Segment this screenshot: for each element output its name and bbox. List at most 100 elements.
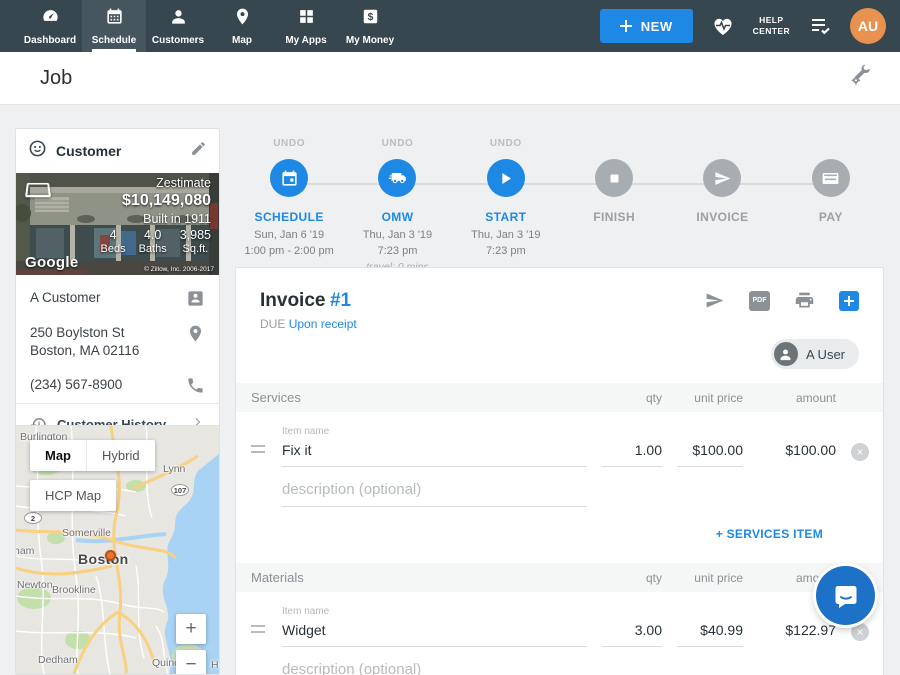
map-label-dedham: Dedham — [38, 654, 78, 666]
step-time: 7:23 pm — [363, 244, 432, 260]
timeline-step-finish: FINISH — [560, 138, 668, 275]
contact-card-icon[interactable] — [186, 289, 205, 308]
user-avatar[interactable]: AU — [850, 8, 886, 44]
truck-icon — [388, 169, 407, 188]
apps-grid-icon — [297, 7, 316, 31]
service-qty-input[interactable] — [602, 442, 662, 467]
print-icon[interactable] — [794, 290, 815, 311]
assigned-user-name: A User — [806, 347, 845, 362]
material-amount: $122.97 — [758, 622, 836, 647]
nav-tab-schedule[interactable]: Schedule — [82, 0, 146, 52]
service-item-name-input[interactable] — [282, 442, 587, 467]
material-item-row: Item name $122.97 × — [236, 592, 883, 647]
services-section-header: Services qty unit price amount — [236, 383, 883, 412]
page-header: Job — [0, 52, 900, 105]
home-stats: 4 Beds 4.0 Baths 3,985 Sq.ft. — [101, 228, 212, 255]
step-label: INVOICE — [696, 210, 748, 224]
nav-tab-label: Customers — [152, 35, 204, 46]
step-detail: Sun, Jan 6 '19 1:00 pm - 2:00 pm — [245, 228, 334, 260]
credit-card-icon — [821, 169, 840, 188]
timeline-step-pay: PAY — [777, 138, 885, 275]
finish-step-button[interactable] — [595, 159, 633, 197]
omw-step-button[interactable] — [378, 159, 416, 197]
stat-value: 4.0 — [139, 228, 167, 242]
step-time: 1:00 pm - 2:00 pm — [245, 244, 334, 260]
help-line2: CENTER — [753, 26, 790, 37]
nav-tab-my-money[interactable]: $ My Money — [338, 0, 402, 52]
map-type-map-button[interactable]: Map — [30, 440, 86, 471]
map-zoom-out-button[interactable]: − — [176, 650, 206, 675]
route-107-shield: 107 — [171, 484, 189, 496]
help-line1: HELP — [753, 15, 790, 26]
drag-handle-icon[interactable] — [251, 625, 265, 633]
send-invoice-icon[interactable] — [704, 290, 725, 311]
checklist-icon[interactable] — [808, 14, 832, 38]
nav-tab-map[interactable]: Map — [210, 0, 274, 52]
customer-card: Customer — [15, 128, 220, 446]
nav-tab-customers[interactable]: Customers — [146, 0, 210, 52]
add-invoice-button[interactable] — [839, 291, 859, 311]
invoice-due-row: DUE Upon receipt — [260, 317, 357, 331]
map-widget[interactable]: Burlington Lynn 107 2 93 Somerville ham … — [15, 425, 220, 675]
hcp-map-control: HCP Map — [30, 480, 116, 511]
map-zoom-in-button[interactable]: + — [176, 614, 206, 644]
zestimate-block: Zestimate $10,149,080 Built in 1911 4 Be… — [101, 176, 212, 255]
chat-launcher-button[interactable] — [816, 566, 875, 625]
service-item-row: Item name $100.00 × — [236, 412, 883, 467]
plus-icon — [620, 20, 632, 32]
invoice-number[interactable]: #1 — [330, 290, 351, 311]
pay-step-button[interactable] — [812, 159, 850, 197]
customer-card-header: Customer — [16, 129, 219, 173]
job-settings-icon[interactable] — [849, 64, 872, 92]
due-label: DUE — [260, 317, 285, 331]
timeline-step-schedule: UNDO SCHEDULE Sun, Jan 6 '19 1:00 pm - 2… — [235, 138, 343, 275]
undo-start-button[interactable]: UNDO — [490, 138, 522, 151]
pdf-icon[interactable]: PDF — [749, 291, 770, 311]
service-description-input[interactable] — [282, 481, 587, 507]
material-item-name-input[interactable] — [282, 622, 587, 647]
step-label: START — [485, 210, 526, 224]
service-unit-price-input[interactable] — [677, 442, 743, 467]
new-button-label: NEW — [641, 19, 673, 34]
item-name-label: Item name — [282, 426, 587, 437]
built-year: Built in 1911 — [101, 212, 212, 226]
zillow-copyright: © Zillow, Inc. 2006-2017 — [144, 266, 214, 273]
new-button[interactable]: NEW — [600, 9, 693, 43]
customer-info: A Customer 250 Boylston St Boston, MA 02… — [16, 275, 219, 445]
materials-section-header: Materials qty unit price amount — [236, 563, 883, 592]
schedule-step-button[interactable] — [270, 159, 308, 197]
customer-name: A Customer — [30, 289, 101, 307]
start-step-button[interactable] — [487, 159, 525, 197]
step-label: OMW — [382, 210, 414, 224]
location-pin-icon[interactable] — [186, 324, 205, 343]
assigned-user-chip[interactable]: A User — [771, 339, 859, 369]
streetview-photo[interactable]: Zestimate $10,149,080 Built in 1911 4 Be… — [16, 173, 219, 275]
material-unit-price-input[interactable] — [677, 622, 743, 647]
help-center-link[interactable]: HELP CENTER — [753, 15, 790, 37]
nav-tab-dashboard[interactable]: Dashboard — [18, 0, 82, 52]
hcp-map-button[interactable]: HCP Map — [30, 480, 116, 511]
edit-pencil-icon[interactable] — [190, 140, 207, 162]
health-heart-icon[interactable] — [711, 14, 735, 38]
unit-price-column-header: unit price — [677, 391, 743, 405]
qty-column-header: qty — [602, 571, 662, 585]
invoice-card: Invoice #1 DUE Upon receipt PDF — [235, 267, 884, 675]
play-icon — [496, 169, 515, 188]
undo-omw-button[interactable]: UNDO — [382, 138, 414, 151]
drag-handle-icon[interactable] — [251, 445, 265, 453]
svg-text:$: $ — [367, 12, 373, 23]
material-qty-input[interactable] — [602, 622, 662, 647]
remove-item-icon[interactable]: × — [851, 443, 869, 461]
material-description-input[interactable] — [282, 661, 587, 675]
boston-map-marker[interactable] — [105, 550, 116, 561]
add-services-item-link[interactable]: + SERVICES ITEM — [716, 527, 823, 541]
phone-icon[interactable] — [186, 376, 205, 395]
undo-schedule-button[interactable]: UNDO — [273, 138, 305, 151]
nav-tab-my-apps[interactable]: My Apps — [274, 0, 338, 52]
remove-item-icon[interactable]: × — [851, 623, 869, 641]
due-terms-link[interactable]: Upon receipt — [289, 317, 357, 331]
customer-card-title: Customer — [56, 143, 181, 159]
plus-icon — [844, 296, 854, 306]
invoice-step-button[interactable] — [703, 159, 741, 197]
map-type-hybrid-button[interactable]: Hybrid — [86, 440, 155, 471]
